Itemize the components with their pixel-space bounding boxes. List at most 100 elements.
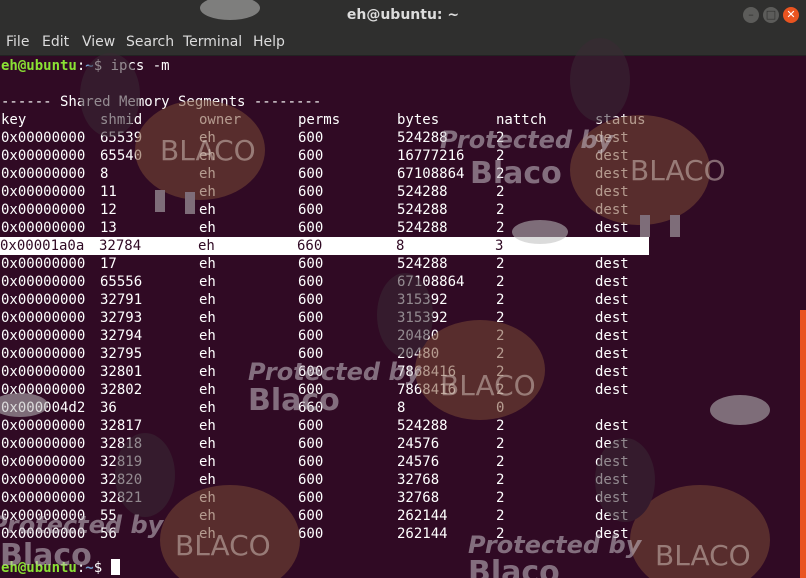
table-cell: 0x00000000: [1, 292, 86, 308]
table-cell: 2: [496, 490, 505, 506]
table-cell: 17: [100, 256, 117, 272]
table-cell: 32818: [100, 436, 143, 452]
column-header: perms: [298, 112, 341, 128]
table-cell: dest: [595, 202, 629, 218]
close-icon[interactable]: ✕: [783, 7, 799, 23]
table-cell: 65556: [100, 274, 143, 290]
table-cell: 2: [496, 328, 505, 344]
table-cell: 600: [298, 184, 324, 200]
table-cell: eh: [199, 328, 216, 344]
table-cell: 600: [298, 526, 324, 542]
table-cell: 0x00000000: [1, 364, 86, 380]
table-cell: eh: [199, 148, 216, 164]
table-row: 0x00000000 32795 eh 600 20480 2 dest: [1, 345, 701, 363]
scrollbar[interactable]: [800, 310, 806, 578]
table-cell: 32794: [100, 328, 143, 344]
table-cell: dest: [595, 490, 629, 506]
table-cell: 0x00000000: [1, 382, 86, 398]
table-cell: 32795: [100, 346, 143, 362]
table-cell: 2: [496, 274, 505, 290]
table-cell: eh: [199, 508, 216, 524]
menu-search[interactable]: Search: [126, 34, 174, 50]
table-cell: dest: [595, 508, 629, 524]
prompt-user: eh@ubuntu: [1, 58, 77, 74]
table-cell: 0x00000000: [1, 202, 86, 218]
table-cell: 2: [496, 202, 505, 218]
column-header-row: key shmid owner perms bytes nattch statu…: [1, 111, 701, 129]
table-cell: 524288: [397, 130, 448, 146]
table-row-selected: 0x00001a0a 32784 eh 660 8 3: [0, 237, 649, 255]
table-cell: 600: [298, 148, 324, 164]
table-cell: 600: [298, 436, 324, 452]
table-cell: eh: [199, 292, 216, 308]
table-cell: 55: [100, 508, 117, 524]
column-header: nattch: [496, 112, 547, 128]
prompt-path: ~: [85, 560, 94, 576]
table-cell: dest: [595, 328, 629, 344]
table-cell: 13: [100, 220, 117, 236]
table-cell: 600: [298, 256, 324, 272]
column-header: owner: [199, 112, 242, 128]
menu-help[interactable]: Help: [253, 34, 285, 50]
table-cell: 600: [298, 292, 324, 308]
minimize-icon[interactable]: –: [743, 7, 759, 23]
table-row: 0x00000000 55 eh 600 262144 2 dest: [1, 507, 701, 525]
menu-edit[interactable]: Edit: [42, 34, 69, 50]
menu-bar: File Edit View Search Terminal Help: [0, 32, 806, 56]
table-cell: 32801: [100, 364, 143, 380]
table-cell: 0x00000000: [1, 508, 86, 524]
table-cell: 0x00000000: [1, 328, 86, 344]
table-row: 0x00000000 32802 eh 600 7868416 2 dest: [1, 381, 701, 399]
table-cell: dest: [595, 364, 629, 380]
table-cell: 600: [298, 130, 324, 146]
table-cell: 0x00000000: [1, 454, 86, 470]
table-cell: eh: [199, 526, 216, 542]
menu-terminal[interactable]: Terminal: [183, 34, 242, 50]
table-cell: 24576: [397, 436, 440, 452]
table-row: 0x00000000 32819 eh 600 24576 2 dest: [1, 453, 701, 471]
table-cell: 0x00000000: [1, 220, 86, 236]
table-cell: 315392: [397, 292, 448, 308]
table-cell: 2: [496, 508, 505, 524]
table-cell: 660: [297, 238, 323, 254]
prompt-symbol: $: [93, 58, 111, 74]
terminal-output[interactable]: eh@ubuntu:~$ ipcs -m ------ Shared Memor…: [0, 55, 800, 578]
table-row: 0x00000000 32818 eh 600 24576 2 dest: [1, 435, 701, 453]
table-cell: 32820: [100, 472, 143, 488]
command-text: ipcs -m: [110, 58, 170, 74]
table-cell: 32821: [100, 490, 143, 506]
table-cell: dest: [595, 382, 629, 398]
table-row: 0x00000000 12 eh 600 524288 2 dest: [1, 201, 701, 219]
table-cell: 524288: [397, 220, 448, 236]
table-cell: eh: [199, 184, 216, 200]
table-cell: dest: [595, 184, 629, 200]
table-cell: 600: [298, 382, 324, 398]
table-cell: 2: [496, 148, 505, 164]
table-cell: 32768: [397, 490, 440, 506]
table-row: 0x00000000 32791 eh 600 315392 2 dest: [1, 291, 701, 309]
table-cell: 2: [496, 256, 505, 272]
table-cell: 0x00000000: [1, 310, 86, 326]
table-cell: 24576: [397, 454, 440, 470]
table-cell: 8: [396, 238, 405, 254]
table-cell: 2: [496, 418, 505, 434]
table-cell: 32791: [100, 292, 143, 308]
table-cell: 262144: [397, 526, 448, 542]
window-title: eh@ubuntu: ~: [346, 7, 460, 23]
table-row: 0x00000000 32820 eh 600 32768 2 dest: [1, 471, 701, 489]
table-cell: 7868416: [397, 364, 457, 380]
table-row: 0x00000000 8 eh 600 67108864 2 dest: [1, 165, 701, 183]
menu-view[interactable]: View: [82, 34, 115, 50]
maximize-icon[interactable]: □: [763, 7, 779, 23]
table-cell: dest: [595, 166, 629, 182]
table-cell: 2: [496, 166, 505, 182]
table-cell: eh: [199, 346, 216, 362]
table-cell: dest: [595, 220, 629, 236]
table-cell: 67108864: [397, 274, 465, 290]
menu-file[interactable]: File: [6, 34, 29, 50]
table-cell: eh: [199, 490, 216, 506]
table-cell: 2: [496, 382, 505, 398]
section-header: ------ Shared Memory Segments --------: [1, 94, 322, 110]
table-cell: 0x00000000: [1, 346, 86, 362]
table-cell: 600: [298, 472, 324, 488]
